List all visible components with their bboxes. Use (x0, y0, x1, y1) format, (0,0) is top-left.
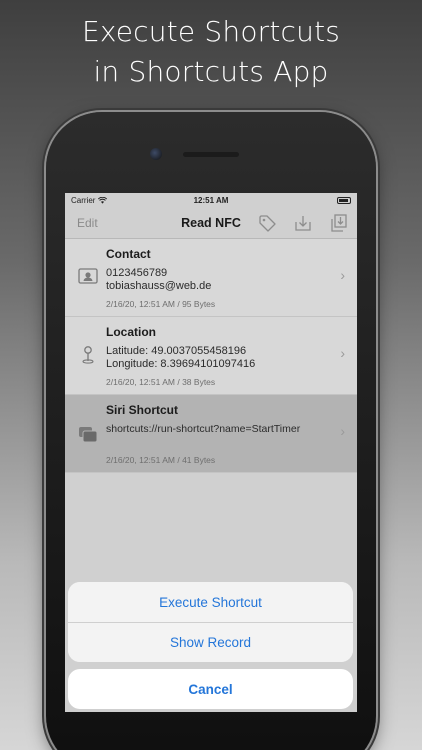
chevron-right-icon: › (340, 345, 345, 361)
download-icon[interactable] (293, 213, 313, 233)
front-camera (150, 148, 162, 160)
record-meta: 2/16/20, 12:51 AM / 38 Bytes (106, 377, 216, 387)
clock: 12:51 AM (193, 195, 229, 205)
show-record-button[interactable]: Show Record (68, 622, 353, 662)
record-value: shortcuts://run-shortcut?name=StartTimer (106, 423, 301, 435)
chevron-right-icon: › (340, 267, 345, 283)
export-icon[interactable] (329, 213, 349, 233)
cancel-button[interactable]: Cancel (68, 669, 353, 709)
record-value: Latitude: 49.0037055458196 (106, 345, 247, 357)
record-title: Contact (106, 247, 151, 261)
edit-button[interactable]: Edit (77, 216, 98, 230)
chevron-right-icon: › (340, 423, 345, 439)
record-row-contact[interactable]: Contact 0123456789 tobiashauss@web.de 2/… (65, 239, 357, 317)
promo-headline: Execute Shortcuts in Shortcuts App (0, 12, 422, 92)
record-row-siri-shortcut[interactable]: Siri Shortcut shortcuts://run-shortcut?n… (65, 395, 357, 473)
navigation-bar: Edit Read NFC (65, 207, 357, 239)
record-value: Longitude: 8.39694101097416 (106, 358, 256, 370)
earpiece-speaker (183, 152, 239, 157)
execute-shortcut-button[interactable]: Execute Shortcut (68, 582, 353, 622)
battery-icon (337, 196, 351, 204)
record-value: 0123456789 (106, 267, 168, 279)
status-bar: Carrier 12:51 AM (65, 193, 357, 207)
record-title: Location (106, 325, 156, 339)
shortcut-stack-icon (79, 427, 98, 443)
contact-card-icon (78, 268, 98, 284)
location-pin-icon (82, 346, 94, 364)
record-title: Siri Shortcut (106, 403, 179, 417)
headline-line-2: in Shortcuts App (93, 55, 329, 88)
record-value: tobiashauss@web.de (106, 280, 212, 292)
action-sheet: Execute Shortcut Show Record (68, 582, 353, 662)
record-row-location[interactable]: Location Latitude: 49.0037055458196 Long… (65, 317, 357, 395)
tag-icon[interactable] (257, 213, 277, 233)
record-meta: 2/16/20, 12:51 AM / 95 Bytes (106, 299, 216, 309)
headline-line-1: Execute Shortcuts (81, 15, 341, 48)
record-meta: 2/16/20, 12:51 AM / 41 Bytes (106, 455, 216, 465)
